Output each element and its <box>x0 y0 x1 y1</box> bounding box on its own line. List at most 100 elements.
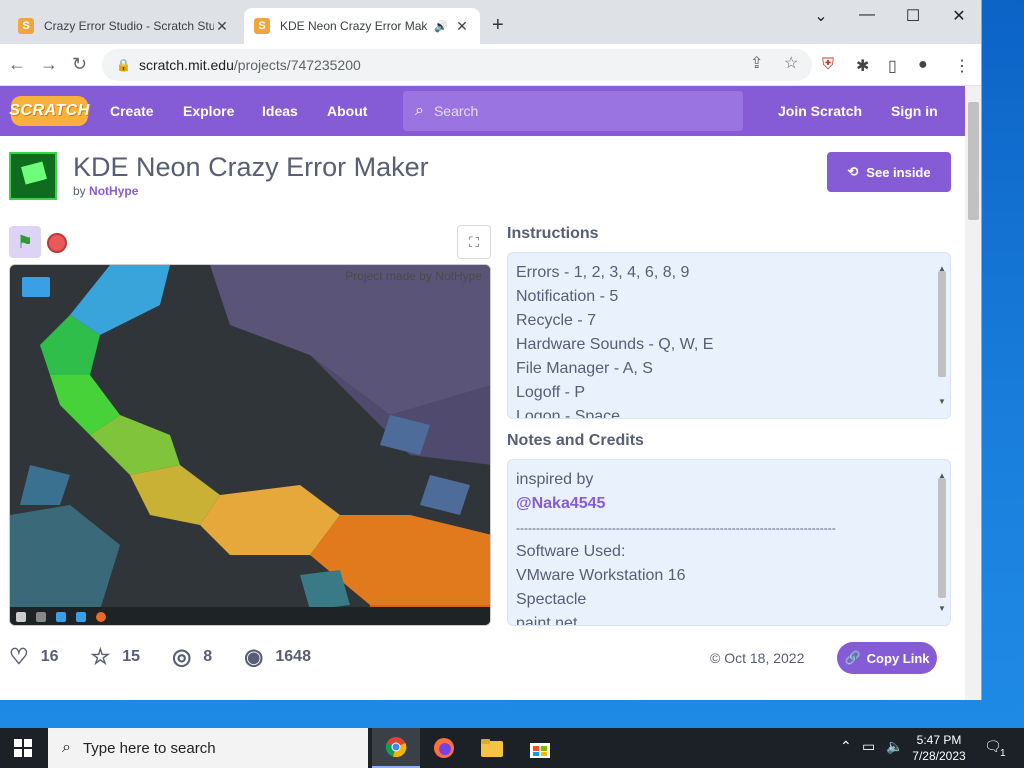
notes-line: inspired by <box>516 471 594 488</box>
folder-icon <box>481 739 503 757</box>
eye-icon: ◉ <box>244 644 264 669</box>
scroll-thumb[interactable] <box>938 478 946 598</box>
instruction-line: Logon - Space <box>516 408 621 419</box>
views-count: 1648 <box>275 648 311 665</box>
stage-folder-icon <box>22 277 50 297</box>
chrome-taskbar-icon[interactable] <box>372 728 420 768</box>
chrome-menu-icon[interactable]: ⋮ <box>954 56 970 76</box>
bookmark-star-icon[interactable]: ☆ <box>784 53 798 73</box>
maximize-button[interactable]: ☐ <box>898 6 928 26</box>
remix-count: 8 <box>203 648 213 665</box>
page-scroll-thumb[interactable] <box>968 102 979 220</box>
url-path: /projects/747235200 <box>233 57 361 73</box>
instruction-line: Recycle - 7 <box>516 312 597 329</box>
network-icon[interactable]: ▭ <box>862 738 875 755</box>
heart-icon: ♡ <box>9 644 29 669</box>
mention-link[interactable]: @Naka4545 <box>516 492 942 516</box>
author-avatar[interactable] <box>9 152 57 200</box>
scroll-down-arrow-icon[interactable]: ▼ <box>936 597 948 621</box>
firefox-taskbar-icon[interactable] <box>420 728 468 768</box>
extensions-puzzle-icon[interactable]: ✱ <box>856 56 869 76</box>
link-icon: 🔗 <box>844 650 861 665</box>
remix-spiral-icon: ◎ <box>172 644 192 669</box>
close-tab-icon[interactable]: ✕ <box>454 18 470 35</box>
views-stat: ◉ 1648 <box>244 644 311 670</box>
scratch-favicon-icon: S <box>18 18 34 34</box>
notes-line: Software Used: <box>516 543 626 560</box>
clock-time: 5:47 PM <box>916 733 962 747</box>
stage-caption: Project made by NotHype <box>345 269 482 283</box>
stage-taskbar <box>10 607 490 625</box>
shared-date-text: Oct 18, 2022 <box>724 650 805 666</box>
join-scratch-link[interactable]: Join Scratch <box>778 103 862 119</box>
instructions-scrollbar[interactable]: ▲ ▼ <box>936 257 948 414</box>
windows-start-icon[interactable] <box>14 739 32 757</box>
store-bag-icon <box>530 743 550 758</box>
scroll-down-arrow-icon[interactable]: ▼ <box>936 390 948 414</box>
tab-title: Crazy Error Studio - Scratch Studio <box>44 19 214 33</box>
ublock-extension-icon[interactable]: ⛨ <box>822 56 834 74</box>
tab-kde-neon[interactable]: S KDE Neon Crazy Error Maker 🔊 ✕ <box>244 8 480 44</box>
store-taskbar-icon[interactable] <box>516 728 564 768</box>
lock-icon: 🔒 <box>116 58 131 72</box>
notes-heading: Notes and Credits <box>507 432 644 449</box>
author-link[interactable]: NotHype <box>89 184 138 198</box>
nav-explore[interactable]: Explore <box>183 103 234 119</box>
by-label: by <box>73 184 86 198</box>
nav-create[interactable]: Create <box>110 103 154 119</box>
instruction-line: File Manager - A, S <box>516 360 653 377</box>
taskbar-clock[interactable]: 5:47 PM 7/28/2023 <box>908 732 970 764</box>
remix-arrows-icon: ⟲ <box>847 164 859 179</box>
notes-box[interactable]: inspired by @Naka4545 ------------------… <box>507 459 951 626</box>
stop-button[interactable] <box>47 233 67 253</box>
search-icon: ⌕ <box>415 102 424 119</box>
scratch-logo[interactable]: SCRATCH <box>9 96 89 126</box>
fullscreen-button[interactable]: ⛶ <box>457 225 491 259</box>
file-explorer-taskbar-icon[interactable] <box>468 728 516 768</box>
close-tab-icon[interactable]: ✕ <box>214 18 230 35</box>
page-scrollbar[interactable] <box>965 86 981 700</box>
audio-playing-icon[interactable]: 🔊 <box>434 20 448 33</box>
remix-stat: ◎ 8 <box>172 644 212 670</box>
copy-link-button[interactable]: 🔗 Copy Link <box>837 642 937 674</box>
side-panel-icon[interactable]: ▯ <box>888 56 897 76</box>
favorite-stat[interactable]: ☆ 15 <box>91 644 141 670</box>
nav-about[interactable]: About <box>327 103 367 119</box>
fullscreen-icon: ⛶ <box>469 233 479 250</box>
show-hidden-icons-icon[interactable]: ⌃ <box>840 738 852 755</box>
project-stage[interactable]: Project made by NotHype <box>9 264 491 626</box>
browser-toolbar: ← → ↻ 🔒 scratch.mit.edu/projects/7472352… <box>0 44 981 86</box>
taskbar-search-box[interactable]: ⌕ Type here to search <box>48 728 368 768</box>
sign-in-link[interactable]: Sign in <box>891 103 938 119</box>
project-stats: ♡ 16 ☆ 15 ◎ 8 ◉ 1648 <box>9 644 343 670</box>
love-count: 16 <box>40 648 59 665</box>
project-title: KDE Neon Crazy Error Maker <box>73 152 429 182</box>
tab-search-icon[interactable]: ⌄ <box>806 6 836 26</box>
minimize-button[interactable]: — <box>852 6 882 24</box>
stage-tasks-icon <box>36 612 46 622</box>
scroll-thumb[interactable] <box>938 271 946 377</box>
reload-icon[interactable]: ↻ <box>72 54 87 75</box>
volume-icon[interactable]: 🔈 <box>886 738 903 755</box>
shared-date: © Oct 18, 2022 <box>710 650 804 666</box>
notification-count-badge: 1 <box>1000 748 1006 759</box>
profile-avatar-icon[interactable]: ● <box>918 56 928 74</box>
tab-crazy-error-studio[interactable]: S Crazy Error Studio - Scratch Studio ✕ <box>8 8 240 44</box>
stage-store-icon <box>56 612 66 622</box>
instruction-line: Hardware Sounds - Q, W, E <box>516 336 714 353</box>
nav-ideas[interactable]: Ideas <box>262 103 298 119</box>
love-stat[interactable]: ♡ 16 <box>9 644 59 670</box>
new-tab-button[interactable]: + <box>492 14 504 37</box>
notes-scrollbar[interactable]: ▲ ▼ <box>936 464 948 621</box>
green-flag-button[interactable]: ⚑ <box>9 226 41 258</box>
back-arrow-icon[interactable]: ← <box>8 54 26 75</box>
instructions-box[interactable]: Errors - 1, 2, 3, 4, 6, 8, 9 Notificatio… <box>507 252 951 419</box>
browser-window: S Crazy Error Studio - Scratch Studio ✕ … <box>0 0 982 700</box>
close-window-button[interactable]: ✕ <box>944 6 974 26</box>
address-bar[interactable]: 🔒 scratch.mit.edu/projects/747235200 ⇪ ☆ <box>102 49 812 81</box>
search-icon: ⌕ <box>62 739 71 756</box>
see-inside-button[interactable]: ⟲ See inside <box>827 152 951 192</box>
forward-arrow-icon[interactable]: → <box>40 54 58 75</box>
nav-search-input[interactable]: ⌕ Search <box>403 91 743 131</box>
share-icon[interactable]: ⇪ <box>750 53 763 73</box>
